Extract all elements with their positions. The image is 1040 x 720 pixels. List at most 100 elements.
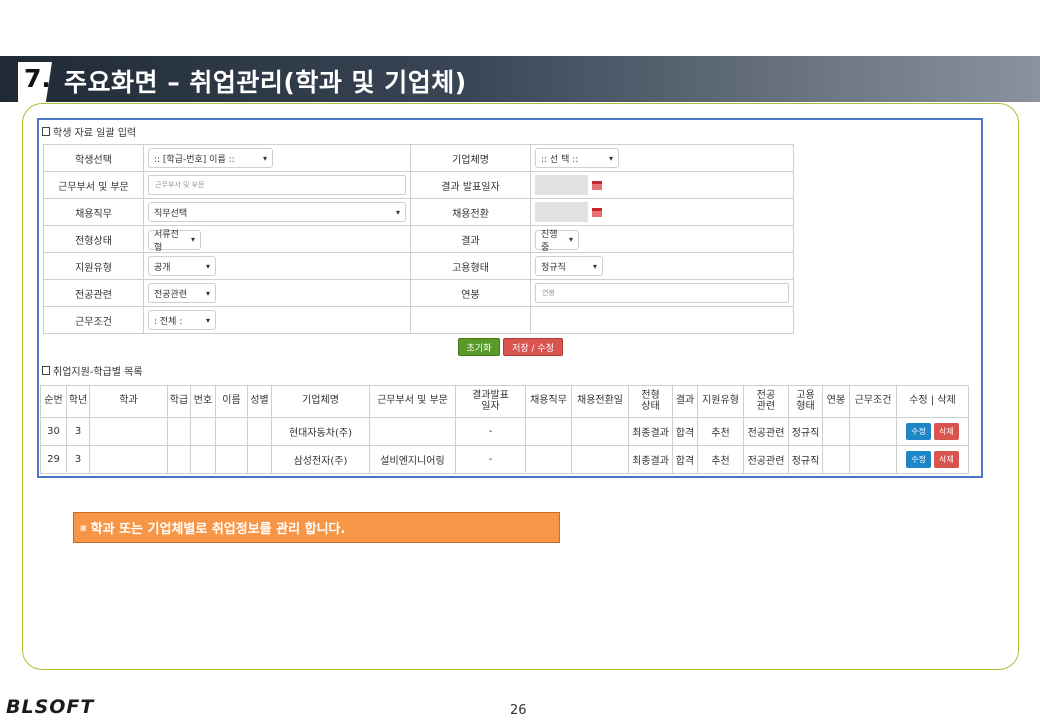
column-header: 이름 [215, 385, 248, 418]
caret-down-icon: ▾ [205, 261, 210, 271]
column-header: 기업체명 [271, 385, 370, 418]
table-row[interactable]: 30 3 현대자동차(주) - 최종결과 합격 추천 전공관련 정규직 수정 삭제 [40, 417, 969, 446]
result-select[interactable]: 진행중 ▾ [535, 229, 579, 253]
apply-type-select[interactable]: 공개 ▾ [148, 256, 216, 276]
form-row: 전공관련 전공관련 ▾ 연봉 연봉 [43, 279, 794, 307]
calendar-icon[interactable] [592, 180, 602, 190]
page-number: 26 [510, 703, 527, 718]
cell-department: 설비엔지니어링 [369, 445, 456, 474]
form-section-title: 학생 자료 일괄 입력 [42, 124, 136, 139]
edit-button[interactable]: 수정 [906, 451, 931, 468]
slide-title: 주요화면 – 취업관리(학과 및 기업체) [64, 68, 467, 97]
field-label: 지원유형 [43, 252, 144, 280]
reset-button[interactable]: 초기화 [458, 338, 500, 356]
cell-salary [822, 417, 850, 446]
cell-salary [822, 445, 850, 474]
column-header: 순번 [40, 385, 67, 418]
field-label: 연봉 [410, 279, 531, 307]
table-row[interactable]: 29 3 삼성전자(주) 설비엔지니어링 - 최종결과 합격 추천 전공관련 정… [40, 445, 969, 474]
column-header: 채용전환일 [571, 385, 629, 418]
field-label: 근무조건 [43, 306, 144, 334]
column-header: 학과 [89, 385, 168, 418]
cell-conversion-date [571, 445, 629, 474]
column-header: 학년 [66, 385, 90, 418]
cell-actions: 수정 삭제 [896, 417, 969, 446]
cell-company: 현대자동차(주) [271, 417, 370, 446]
cell-major: 전공관련 [743, 445, 789, 474]
column-header: 전공 관련 [743, 385, 789, 418]
form-row: 지원유형 공개 ▾ 고용형태 정규직 ▾ [43, 252, 794, 280]
cell-class [167, 445, 191, 474]
cell-no: 29 [40, 445, 67, 474]
field-label: 채용직무 [43, 198, 144, 226]
cell-job [525, 445, 572, 474]
edit-button[interactable]: 수정 [906, 423, 931, 440]
app-screen: 학생 자료 일괄 입력 학생선택 :: [학급-번호] 이름 :: ▾ 기업체명 … [37, 118, 983, 478]
cell-dept [89, 445, 168, 474]
cell-job [525, 417, 572, 446]
cell-number [190, 417, 216, 446]
column-header: 지원유형 [697, 385, 744, 418]
student-select[interactable]: :: [학급-번호] 이름 :: ▾ [148, 148, 273, 168]
column-header: 전형 상태 [628, 385, 673, 418]
cell-condition [849, 445, 897, 474]
cell-result: 합격 [672, 417, 698, 446]
column-header: 연봉 [822, 385, 850, 418]
student-input-form: 학생선택 :: [학급-번호] 이름 :: ▾ 기업체명 :: 선 택 :: ▾ 근… [43, 144, 794, 334]
cell-result-date: - [455, 417, 526, 446]
salary-input[interactable]: 연봉 [535, 283, 789, 303]
cell-department [369, 417, 456, 446]
calendar-icon[interactable] [592, 207, 602, 217]
form-row: 근무부서 및 부문 근무부서 및 부문 결과 발표일자 [43, 171, 794, 199]
cell-actions: 수정 삭제 [896, 445, 969, 474]
caret-down-icon: ▾ [190, 235, 195, 244]
cell-company: 삼성전자(주) [271, 445, 370, 474]
cell-condition [849, 417, 897, 446]
cell-status: 최종결과 [628, 445, 673, 474]
job-select[interactable]: 직무선택 ▾ [148, 202, 406, 222]
field-label: 채용전환 [410, 198, 531, 226]
form-row: 근무조건 : 전체 : ▾ [43, 306, 794, 334]
save-edit-button[interactable]: 저장 / 수정 [503, 338, 563, 356]
result-date-input[interactable] [535, 175, 588, 195]
form-row: 학생선택 :: [학급-번호] 이름 :: ▾ 기업체명 :: 선 택 :: ▾ [43, 144, 794, 172]
company-select[interactable]: :: 선 택 :: ▾ [535, 148, 619, 168]
column-header: 채용직무 [525, 385, 572, 418]
cell-result: 합격 [672, 445, 698, 474]
screening-status-select[interactable]: 서류전형 ▾ [148, 229, 201, 253]
cell-gender [247, 445, 272, 474]
field-label: 근무부서 및 부문 [43, 171, 144, 199]
column-header: 학급 [167, 385, 191, 418]
cell-dept [89, 417, 168, 446]
department-input[interactable]: 근무부서 및 부문 [148, 175, 406, 195]
delete-button[interactable]: 삭제 [934, 451, 959, 468]
column-header: 고용 형태 [788, 385, 823, 418]
employment-list-table: 순번 학년 학과 학급 번호 이름 성별 기업체명 근무부서 및 부문 결과발표… [40, 385, 969, 474]
caret-down-icon: ▾ [592, 261, 597, 271]
bookmark-icon [42, 127, 50, 136]
cell-no: 30 [40, 417, 67, 446]
caret-down-icon: ▾ [395, 207, 400, 217]
column-header: 근무부서 및 부문 [369, 385, 456, 418]
conversion-date-input[interactable] [535, 202, 588, 222]
cell-employment-type: 정규직 [788, 445, 823, 474]
employment-type-select[interactable]: 정규직 ▾ [535, 256, 603, 276]
column-header: 근무조건 [849, 385, 897, 418]
cell-apply-type: 추천 [697, 445, 744, 474]
cell-name [215, 445, 248, 474]
cell-status: 최종결과 [628, 417, 673, 446]
field-label: 학생선택 [43, 144, 144, 172]
column-header: 번호 [190, 385, 216, 418]
cell-name [215, 417, 248, 446]
caret-down-icon: ▾ [262, 153, 267, 163]
work-condition-select[interactable]: : 전체 : ▾ [148, 310, 216, 330]
cell-grade: 3 [66, 445, 90, 474]
cell-grade: 3 [66, 417, 90, 446]
cell-apply-type: 추천 [697, 417, 744, 446]
major-related-select[interactable]: 전공관련 ▾ [148, 283, 216, 303]
field-label: 결과 발표일자 [410, 171, 531, 199]
delete-button[interactable]: 삭제 [934, 423, 959, 440]
column-header: 수정 | 삭제 [896, 385, 969, 418]
cell-employment-type: 정규직 [788, 417, 823, 446]
table-header-row: 순번 학년 학과 학급 번호 이름 성별 기업체명 근무부서 및 부문 결과발표… [40, 385, 969, 418]
